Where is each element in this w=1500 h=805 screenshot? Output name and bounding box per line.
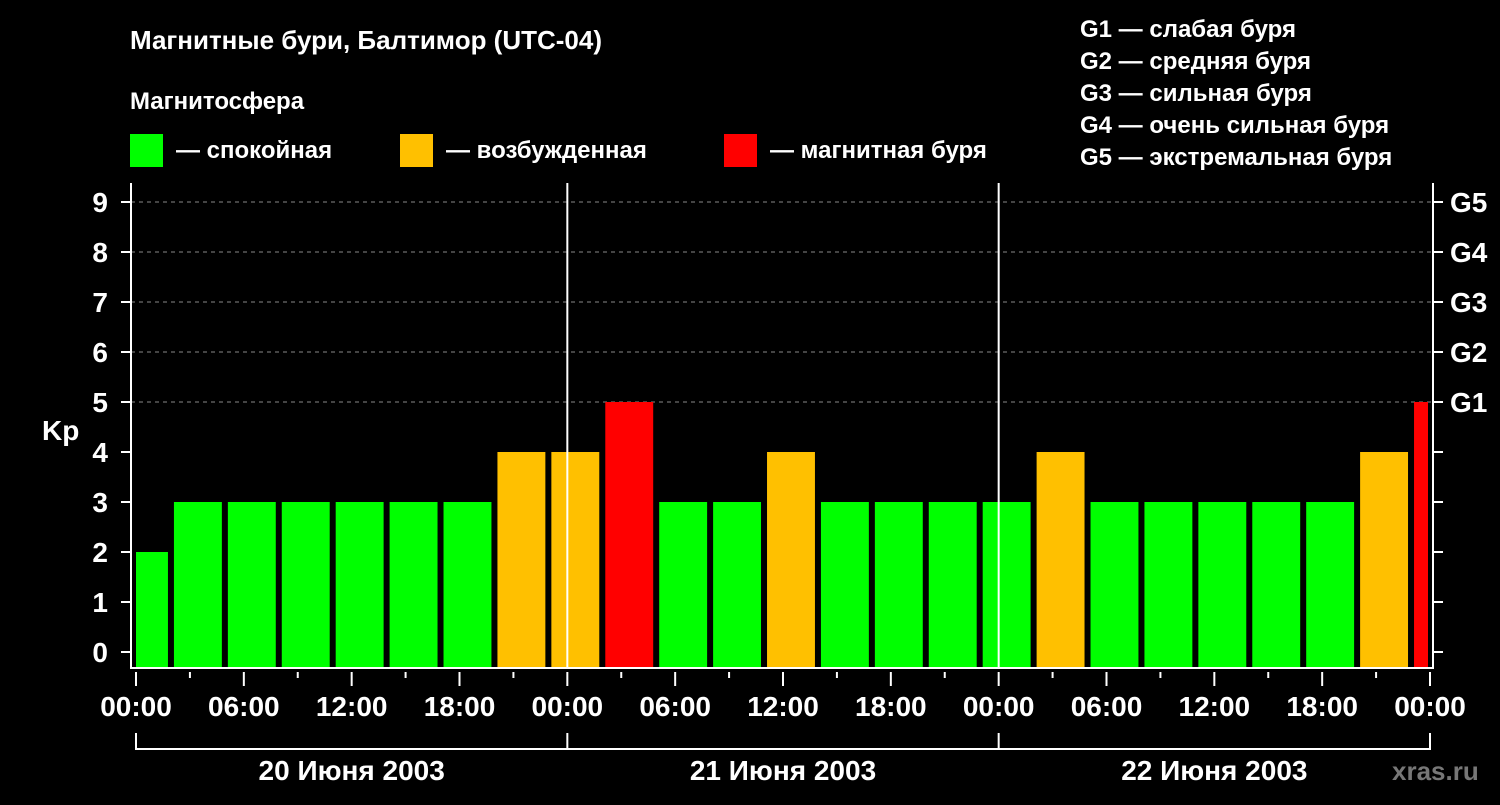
x-tick-label: 12:00 [1179,691,1251,722]
legend-label: — спокойная [176,137,332,164]
x-tick-label: 18:00 [424,691,496,722]
g-tick-label: G1 [1450,387,1487,418]
kp-bar [1252,502,1301,668]
x-tick-label: 00:00 [1394,691,1466,722]
kp-bar [1414,402,1428,668]
watermark: xras.ru [1392,756,1479,786]
kp-bar [713,502,762,668]
x-tick-label: 12:00 [316,691,388,722]
kp-bar [335,502,384,668]
g-scale-item: G1 — слабая буря [1080,16,1296,43]
kp-chart: Магнитные бури, Балтимор (UTC-04) Магнит… [42,16,1488,786]
x-tick-label: 12:00 [747,691,819,722]
y-tick-label: 9 [92,187,108,218]
x-tick-label: 18:00 [855,691,927,722]
y-tick-label: 3 [92,487,108,518]
legend-label: — магнитная буря [770,137,987,164]
g-tick-label: G5 [1450,187,1487,218]
kp-bar [659,502,708,668]
kp-bar [227,502,276,668]
x-tick-label: 06:00 [1071,691,1143,722]
g-scale-item: G2 — средняя буря [1080,48,1311,75]
kp-bar [281,502,330,668]
kp-bar [1036,452,1085,668]
kp-bar [928,502,977,668]
kp-bar [820,502,869,668]
kp-bar [136,552,168,668]
kp-bar [1090,502,1139,668]
day-label: 20 Июня 2003 [259,755,445,786]
kp-bar [1360,452,1409,668]
x-tick-label: 18:00 [1286,691,1358,722]
kp-bar [173,502,222,668]
kp-bar [1306,502,1355,668]
kp-bar [497,452,546,668]
x-tick-label: 00:00 [963,691,1035,722]
kp-bar [1144,502,1193,668]
kp-bar [443,502,492,668]
legend-label: — возбужденная [446,137,647,164]
y-tick-label: 2 [92,537,108,568]
g-tick-label: G4 [1450,237,1488,268]
x-tick-label: 00:00 [100,691,172,722]
g-scale-item: G3 — сильная буря [1080,80,1312,107]
kp-bar [767,452,815,668]
y-tick-label: 6 [92,337,108,368]
y-axis-label: Kp [42,415,79,446]
kp-bar [982,502,1031,668]
g-scale-item: G5 — экстремальная буря [1080,144,1392,171]
chart-title: Магнитные бури, Балтимор (UTC-04) [130,25,602,55]
legend-swatch [400,134,433,167]
y-tick-label: 0 [92,637,108,668]
g-tick-label: G3 [1450,287,1487,318]
kp-bar [605,402,654,668]
y-tick-label: 7 [92,287,108,318]
x-tick-label: 06:00 [208,691,280,722]
legend-swatch [724,134,757,167]
x-tick-label: 06:00 [639,691,711,722]
legend-title: Магнитосфера [130,88,305,115]
kp-bar [389,502,438,668]
day-label: 22 Июня 2003 [1121,755,1307,786]
y-tick-label: 1 [92,587,108,618]
day-label: 21 Июня 2003 [690,755,876,786]
g-tick-label: G2 [1450,337,1487,368]
kp-bar [551,452,600,668]
y-tick-label: 5 [92,387,108,418]
legend-swatch [130,134,163,167]
g-scale-item: G4 — очень сильная буря [1080,112,1389,139]
x-tick-label: 00:00 [532,691,604,722]
y-tick-label: 4 [92,437,108,468]
kp-bar [1198,502,1247,668]
kp-bar [874,502,923,668]
y-tick-label: 8 [92,237,108,268]
